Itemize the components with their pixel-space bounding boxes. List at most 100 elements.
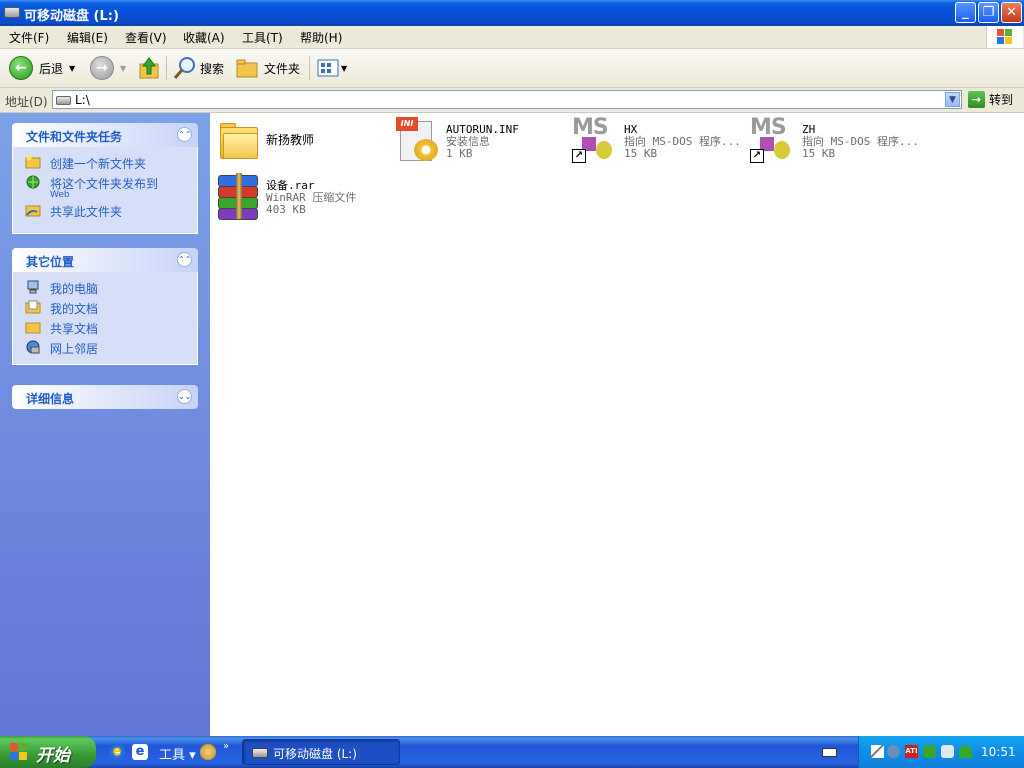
details-panel: 详细信息 ⌄⌄: [12, 385, 198, 409]
start-button[interactable]: 开始: [0, 736, 96, 768]
go-label: 转到: [989, 93, 1014, 107]
forward-button[interactable]: → ▼: [90, 54, 126, 82]
file-item[interactable]: 新扬教师: [210, 113, 380, 169]
go-button[interactable]: → 转到: [968, 91, 1013, 108]
quick-launch-chevron-icon[interactable]: »: [223, 741, 229, 752]
file-item[interactable]: INI AUTORUN.INF 安装信息 1 KB: [390, 113, 560, 169]
back-arrow-icon: ←: [9, 56, 33, 80]
forward-dropdown-icon[interactable]: ▼: [120, 64, 126, 73]
system-tray: ATI 10:51: [858, 736, 1024, 768]
network-places-icon: [26, 340, 40, 354]
task-new-folder[interactable]: 创建一个新文件夹: [13, 153, 197, 173]
msdos-shortcut-icon: MS ↗: [750, 115, 796, 165]
task-share-folder[interactable]: 共享此文件夹: [13, 201, 197, 221]
file-size: 15 KB: [624, 147, 658, 160]
shortcut-arrow-icon: ↗: [572, 149, 586, 163]
menu-tools[interactable]: 工具(T): [242, 29, 283, 46]
drive-icon: [56, 96, 71, 105]
msdos-shortcut-icon: MS ↗: [572, 115, 618, 165]
search-button[interactable]: 搜索: [173, 54, 224, 82]
my-documents-icon: [25, 300, 41, 314]
file-size: 1 KB: [446, 147, 473, 160]
views-dropdown-icon[interactable]: ▼: [341, 64, 347, 73]
pen-icon[interactable]: [871, 745, 884, 758]
title-bar[interactable]: 可移动磁盘 (L:) _ ❐ ✕: [0, 0, 1024, 26]
task-label: 共享此文件夹: [50, 205, 123, 219]
expand-icon[interactable]: ⌄⌄: [177, 389, 192, 404]
folders-button[interactable]: 文件夹: [236, 54, 300, 82]
panel-header[interactable]: 详细信息 ⌄⌄: [12, 385, 198, 409]
ati-icon[interactable]: ATI: [905, 745, 918, 758]
publish-web-icon: [26, 175, 40, 189]
place-network[interactable]: 网上邻居: [13, 338, 197, 358]
internet-explorer-icon[interactable]: e: [109, 744, 125, 760]
collapse-icon[interactable]: ⌃⌃: [177, 252, 192, 267]
forward-arrow-icon: →: [90, 56, 114, 80]
address-dropdown-icon[interactable]: ▼: [945, 92, 960, 107]
up-button[interactable]: [138, 54, 160, 82]
removable-drive-icon: [4, 7, 20, 18]
my-computer-icon: [27, 280, 39, 294]
panel-title: 详细信息: [26, 392, 75, 406]
taskbar-window-button[interactable]: 可移动磁盘 (L:): [242, 739, 400, 765]
place-shared-documents[interactable]: 共享文档: [13, 318, 197, 338]
network-icon[interactable]: [923, 745, 936, 758]
safely-remove-icon[interactable]: [941, 745, 954, 758]
place-my-documents[interactable]: 我的文档: [13, 298, 197, 318]
panel-header[interactable]: 其它位置 ⌃⌃: [12, 248, 198, 272]
minimize-button[interactable]: _: [955, 2, 976, 23]
ini-file-icon: INI: [396, 117, 440, 163]
place-label: 我的电脑: [50, 282, 99, 296]
collapse-icon[interactable]: ⌃⌃: [177, 127, 192, 142]
winrar-icon: [214, 171, 262, 221]
toolbar-separator: [166, 56, 167, 80]
menu-file[interactable]: 文件(F): [9, 29, 49, 46]
file-item[interactable]: MS ↗ HX 指向 MS-DOS 程序... 15 KB: [568, 113, 741, 169]
file-name: 新扬教师: [266, 133, 315, 147]
menu-view[interactable]: 查看(V): [125, 29, 167, 46]
file-folder-tasks-panel: 文件和文件夹任务 ⌃⌃ 创建一个新文件夹 将这个文件夹发布到 Web 共享此文件…: [12, 123, 198, 234]
task-publish-web[interactable]: 将这个文件夹发布到 Web: [13, 173, 197, 201]
search-label: 搜索: [200, 61, 225, 76]
browser-icon[interactable]: e: [132, 744, 148, 760]
menu-help[interactable]: 帮助(H): [300, 29, 342, 46]
file-item[interactable]: 设备.rar WinRAR 压缩文件 403 KB: [210, 171, 380, 227]
back-dropdown-icon[interactable]: ▼: [69, 64, 75, 73]
other-places-panel: 其它位置 ⌃⌃ 我的电脑 我的文档 共享文档 网上邻居: [12, 248, 198, 365]
umbrella-icon[interactable]: [959, 745, 972, 758]
maximize-button[interactable]: ❐: [978, 2, 999, 23]
place-my-computer[interactable]: 我的电脑: [13, 278, 197, 298]
window-title: 可移动磁盘 (L:): [24, 9, 119, 24]
bear-app-icon[interactable]: [200, 744, 216, 760]
toolbar-separator: [309, 56, 310, 80]
panel-body: 我的电脑 我的文档 共享文档 网上邻居: [12, 272, 198, 365]
panel-title: 其它位置: [26, 255, 75, 269]
volume-icon[interactable]: [887, 745, 900, 758]
quick-launch-tools[interactable]: 工具 ▾: [159, 744, 196, 763]
menu-favorites[interactable]: 收藏(A): [183, 29, 225, 46]
new-folder-icon: [25, 155, 41, 169]
windows-flag-icon: [10, 743, 28, 761]
taskbar: 开始 e e 工具 ▾ » 可移动磁盘 (L:) ATI 10:51: [0, 736, 1024, 768]
go-arrow-icon: →: [968, 91, 985, 108]
task-label: 创建一个新文件夹: [50, 157, 147, 171]
panel-body: 创建一个新文件夹 将这个文件夹发布到 Web 共享此文件夹: [12, 147, 198, 234]
shared-documents-icon: [25, 322, 41, 334]
views-button[interactable]: ▼: [317, 54, 347, 82]
panel-header[interactable]: 文件和文件夹任务 ⌃⌃: [12, 123, 198, 147]
file-list-view[interactable]: 新扬教师 INI AUTORUN.INF 安装信息 1 KB MS ↗ HX 指…: [210, 113, 1024, 736]
file-item[interactable]: MS ↗ ZH 指向 MS-DOS 程序... 15 KB: [746, 113, 919, 169]
close-button[interactable]: ✕: [1001, 2, 1022, 23]
standard-toolbar: ← 后退 ▼ → ▼ 搜索 文件夹 ▼: [0, 49, 1024, 88]
tools-label: 工具: [159, 748, 186, 763]
address-input[interactable]: L:\ ▼: [52, 90, 962, 109]
windows-logo: [986, 26, 1023, 48]
keyboard-icon[interactable]: [822, 748, 837, 757]
task-sublabel: Web: [50, 190, 70, 200]
drive-icon: [252, 748, 268, 758]
back-button[interactable]: ← 后退 ▼: [9, 54, 75, 82]
views-icon: [317, 59, 339, 77]
file-size: 15 KB: [802, 147, 836, 160]
address-value[interactable]: L:\: [75, 93, 90, 107]
menu-edit[interactable]: 编辑(E): [67, 29, 108, 46]
